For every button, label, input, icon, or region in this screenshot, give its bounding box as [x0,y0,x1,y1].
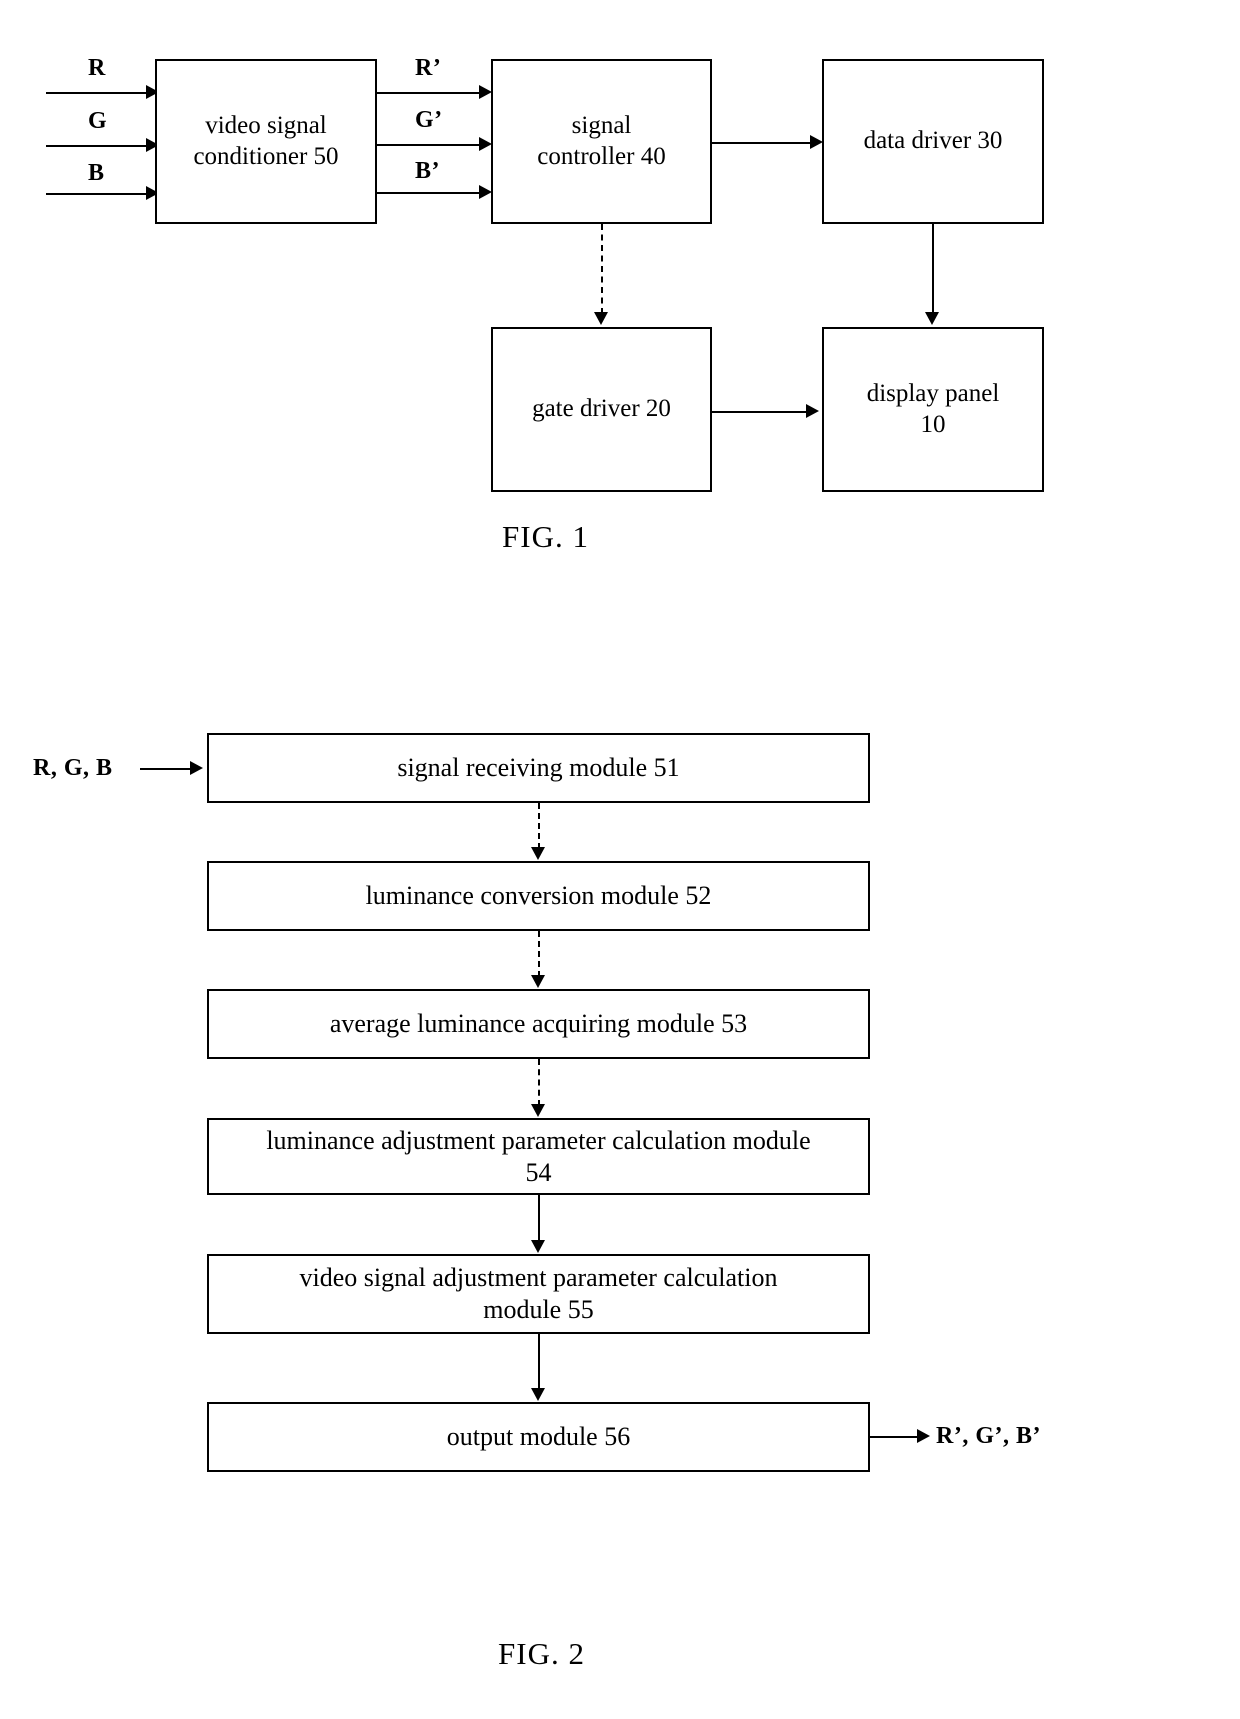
fig2-edge-51-52-line [538,803,540,849]
fig1-edge-datadriver-displaypanel-line [932,224,934,314]
fig2-edge-53-54-line [538,1059,540,1106]
fig1-edge-controller-gatedriver-arrowhead [594,312,608,325]
fig1-node-data-driver-label: data driver 30 [863,127,1003,155]
fig1-node-display-panel-label: display panel 10 [866,380,1000,438]
fig2-edge-output-arrowhead [917,1429,930,1443]
fig2-node-average-luminance-acquiring-module-label: average luminance acquiring module 53 [329,1009,748,1039]
fig2-edge-53-54-arrowhead [531,1104,545,1117]
fig2-node-video-signal-adjustment-parameter-calculation-module-label: video signal adjustment parameter calcul… [299,1263,778,1324]
fig1-edge-gatedriver-displaypanel-arrowhead [806,404,819,418]
fig2-edge-52-53-line [538,931,540,977]
fig2-node-signal-receiving-module-label: signal receiving module 51 [397,753,680,783]
fig1-node-display-panel[interactable]: display panel 10 [822,327,1044,492]
fig1-edge-gprime-line [377,144,484,146]
fig1-input-label-b: B [88,160,105,186]
fig1-input-label-r: R [88,55,106,81]
fig1-node-video-signal-conditioner[interactable]: video signal conditioner 50 [155,59,377,224]
fig2-node-average-luminance-acquiring-module[interactable]: average luminance acquiring module 53 [207,989,870,1059]
fig1-edge-gatedriver-displaypanel-line [712,411,810,413]
fig1-node-gate-driver[interactable]: gate driver 20 [491,327,712,492]
patent-drawing-sheet: R G B video signal conditioner 50 R’ G’ … [0,0,1240,1719]
fig2-node-signal-receiving-module[interactable]: signal receiving module 51 [207,733,870,803]
fig1-edge-datadriver-displaypanel-arrowhead [925,312,939,325]
fig1-edge-bprime-line [377,192,484,194]
fig1-node-signal-controller[interactable]: signal controller 40 [491,59,712,224]
fig2-node-video-signal-adjustment-parameter-calculation-module[interactable]: video signal adjustment parameter calcul… [207,1254,870,1334]
fig1-label-g-prime: G’ [415,107,443,133]
fig2-edge-52-53-arrowhead [531,975,545,988]
fig1-edge-g-line [46,145,151,147]
fig1-edge-b-line [46,193,151,195]
fig1-node-signal-controller-label: signal controller 40 [537,112,666,170]
fig2-output-label: R’, G’, B’ [936,1423,1041,1449]
fig1-edge-controller-gatedriver-line [601,224,603,314]
fig1-edge-rprime-line [377,92,484,94]
fig2-edge-54-55-arrowhead [531,1240,545,1253]
fig1-label-b-prime: B’ [415,158,440,184]
fig2-edge-55-56-line [538,1334,540,1390]
fig2-edge-54-55-line [538,1195,540,1242]
fig2-caption: FIG. 2 [498,1636,585,1671]
fig2-node-output-module[interactable]: output module 56 [207,1402,870,1472]
fig2-edge-output-line [870,1436,922,1438]
fig2-edge-input-arrowhead [190,761,203,775]
fig1-node-video-signal-conditioner-label: video signal conditioner 50 [193,112,339,170]
fig1-node-gate-driver-label: gate driver 20 [532,395,671,423]
fig1-edge-r-line [46,92,151,94]
fig2-node-luminance-conversion-module-label: luminance conversion module 52 [365,881,712,911]
fig2-edge-input-line [140,768,195,770]
fig1-edge-controller-datadriver-line [712,142,815,144]
fig2-node-luminance-conversion-module[interactable]: luminance conversion module 52 [207,861,870,931]
fig2-edge-55-56-arrowhead [531,1388,545,1401]
fig2-node-luminance-adjustment-parameter-calculation-module-label: luminance adjustment parameter calculati… [266,1125,811,1187]
fig2-node-output-module-label: output module 56 [446,1422,631,1452]
fig1-node-data-driver[interactable]: data driver 30 [822,59,1044,224]
fig2-input-label: R, G, B [33,755,113,781]
fig2-edge-51-52-arrowhead [531,847,545,860]
fig1-caption: FIG. 1 [502,519,589,554]
fig1-label-r-prime: R’ [415,55,442,81]
fig1-input-label-g: G [88,108,108,134]
fig2-node-luminance-adjustment-parameter-calculation-module[interactable]: luminance adjustment parameter calculati… [207,1118,870,1195]
